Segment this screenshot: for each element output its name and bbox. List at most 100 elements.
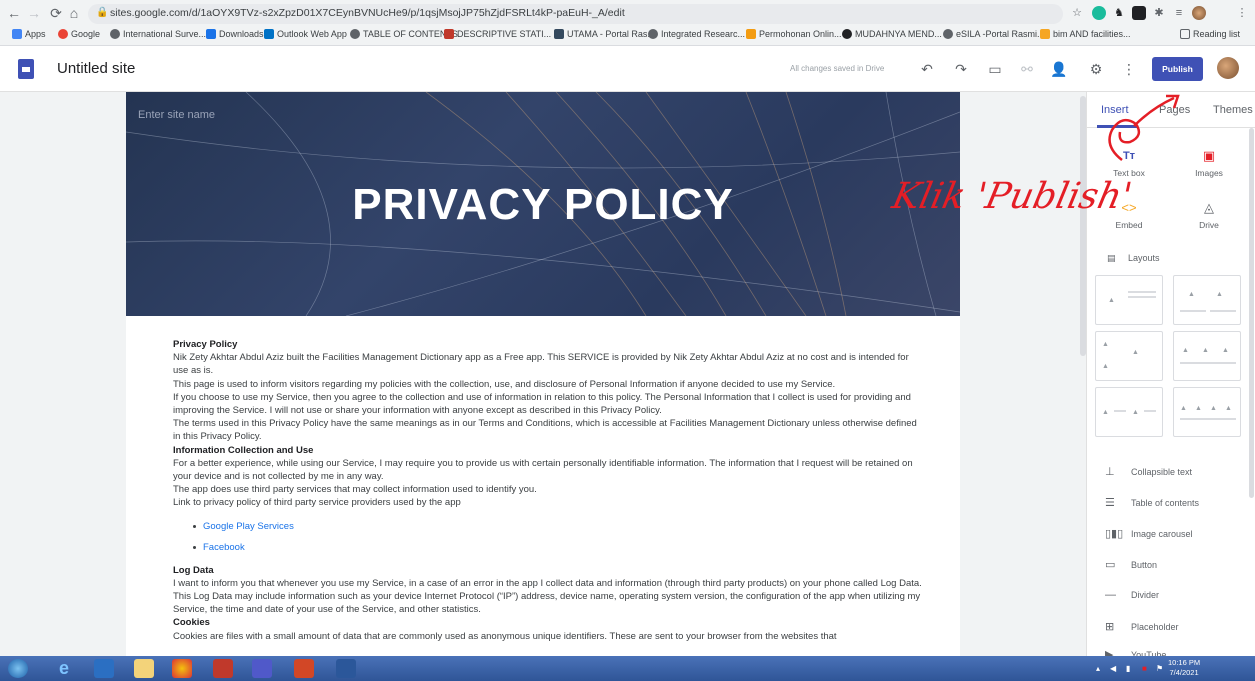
layout-option[interactable]: ▲ ▲ bbox=[1095, 387, 1163, 437]
tray-expand-icon[interactable]: ▴ bbox=[1096, 664, 1100, 673]
extension-green-icon[interactable] bbox=[1092, 6, 1106, 20]
redo-icon[interactable]: ↷ bbox=[952, 60, 970, 78]
preview-icon[interactable]: ▭ bbox=[986, 60, 1004, 78]
browser-menu-icon[interactable]: ⋮ bbox=[1235, 6, 1249, 20]
layout-line bbox=[1144, 410, 1156, 412]
bookmark-item[interactable]: Apps bbox=[12, 29, 46, 39]
forward-arrow-icon[interactable]: → bbox=[26, 5, 42, 21]
chrome-icon[interactable] bbox=[172, 659, 192, 678]
star-icon[interactable]: ☆ bbox=[1070, 6, 1084, 20]
link-google-play-services[interactable]: Google Play Services bbox=[193, 516, 923, 537]
insert-divider[interactable]: — Divider bbox=[1105, 589, 1159, 607]
header-banner[interactable]: Enter site name PRIVACY POLICY bbox=[126, 92, 960, 316]
button-icon: ▭ bbox=[1105, 559, 1116, 571]
bookmark-item[interactable]: bim AND facilities... bbox=[1040, 29, 1131, 39]
permohonan-icon bbox=[746, 29, 756, 39]
flag-icon[interactable]: ⚑ bbox=[1156, 664, 1163, 673]
image-placeholder-icon: ▲ bbox=[1195, 405, 1202, 412]
paragraph: The terms used in this Privacy Policy ha… bbox=[173, 418, 917, 443]
word-icon[interactable] bbox=[336, 659, 356, 678]
circle-icon bbox=[842, 29, 852, 39]
layout-line bbox=[1114, 410, 1126, 412]
insert-image-carousel[interactable]: ▯▮▯ Image carousel bbox=[1105, 527, 1193, 545]
bookmark-item[interactable]: International Surve... bbox=[110, 29, 206, 39]
images-icon: ▣ bbox=[1202, 148, 1216, 163]
bookmark-item[interactable]: Google bbox=[58, 29, 100, 39]
third-party-links: Google Play Services Facebook bbox=[193, 516, 923, 558]
layout-option[interactable]: ▲ ▲ bbox=[1173, 275, 1241, 325]
layouts-section-header[interactable]: ▤ Layouts bbox=[1107, 253, 1160, 264]
bookmark-item[interactable]: Downloads bbox=[206, 29, 264, 39]
layout-option[interactable]: ▲ ▲ ▲ ▲ bbox=[1173, 387, 1241, 437]
home-icon[interactable]: ⌂ bbox=[66, 5, 82, 21]
reading-list[interactable]: Reading list bbox=[1180, 29, 1240, 39]
insert-collapsible-text[interactable]: ⊥ Collapsible text bbox=[1105, 465, 1192, 483]
insert-table-of-contents[interactable]: ☰ Table of contents bbox=[1105, 496, 1199, 514]
collapsible-text-icon: ⊥ bbox=[1105, 466, 1115, 478]
layout-option[interactable]: ▲ ▲ ▲ bbox=[1095, 331, 1163, 381]
layout-option[interactable]: ▲ ▲ ▲ bbox=[1173, 331, 1241, 381]
back-arrow-icon[interactable]: ← bbox=[6, 5, 22, 21]
url-text: sites.google.com/d/1aOYX9TVz-s2xZpzD01X7… bbox=[110, 7, 625, 19]
settings-gear-icon[interactable]: ⚙ bbox=[1087, 60, 1105, 78]
more-options-icon[interactable]: ⋮ bbox=[1120, 60, 1138, 78]
bookmark-item[interactable]: Integrated Researc... bbox=[648, 29, 745, 39]
section-heading: Cookies bbox=[173, 617, 210, 629]
reload-icon[interactable]: ⟳ bbox=[48, 5, 64, 21]
tab-themes[interactable]: Themes bbox=[1213, 104, 1253, 116]
bookmark-item[interactable]: UTAMA - Portal Ras... bbox=[554, 29, 655, 39]
document-icon bbox=[444, 29, 454, 39]
avatar[interactable] bbox=[1217, 57, 1239, 79]
image-placeholder-icon: ▲ bbox=[1102, 409, 1109, 416]
sites-logo-icon[interactable] bbox=[18, 59, 34, 79]
globe-icon bbox=[350, 29, 360, 39]
layout-line bbox=[1210, 310, 1236, 312]
policy-text-block[interactable]: Privacy Policy Nik Zety Akhtar Abdul Azi… bbox=[173, 338, 923, 643]
teams-icon[interactable] bbox=[252, 659, 272, 678]
link-icon[interactable]: ⚯ bbox=[1018, 60, 1036, 78]
bookmark-item[interactable]: eSILA -Portal Rasmi... bbox=[943, 29, 1045, 39]
panel-scrollbar[interactable] bbox=[1249, 128, 1254, 498]
bookmark-item[interactable]: TABLE OF CONTENTS bbox=[350, 29, 458, 39]
address-bar[interactable]: 🔒 sites.google.com/d/1aOYX9TVz-s2xZpzD01… bbox=[88, 4, 1063, 24]
system-clock[interactable]: 10:16 PM 7/4/2021 bbox=[1168, 658, 1200, 678]
start-orb-icon[interactable] bbox=[8, 659, 28, 678]
network-icon[interactable]: ▮ bbox=[1126, 664, 1130, 673]
profile-avatar[interactable] bbox=[1192, 6, 1206, 20]
security-icon[interactable]: ■ bbox=[1142, 664, 1147, 673]
bookmark-item[interactable]: Permohonan Onlin... bbox=[746, 29, 842, 39]
file-explorer-icon[interactable] bbox=[134, 659, 154, 678]
bookmark-item[interactable]: Outlook Web App bbox=[264, 29, 347, 39]
media-player-icon[interactable] bbox=[94, 659, 114, 678]
share-icon[interactable]: 👤 bbox=[1050, 60, 1068, 78]
insert-button[interactable]: ▭ Button bbox=[1105, 558, 1157, 576]
acrobat-icon[interactable] bbox=[213, 659, 233, 678]
puzzle-icon[interactable]: ✱ bbox=[1152, 6, 1166, 20]
publish-button[interactable]: Publish bbox=[1152, 57, 1203, 81]
sites-app-bar: Untitled site All changes saved in Drive… bbox=[0, 46, 1255, 92]
extension-figure-icon[interactable]: ♞ bbox=[1112, 6, 1126, 20]
image-placeholder-icon: ▲ bbox=[1132, 349, 1139, 356]
volume-icon[interactable]: ◀ bbox=[1110, 664, 1116, 673]
paragraph: This page is used to inform visitors reg… bbox=[173, 378, 836, 390]
bookmark-item[interactable]: DESCRIPTIVE STATI... bbox=[444, 29, 551, 39]
layout-option[interactable]: ▲ bbox=[1095, 275, 1163, 325]
extension-dark-icon[interactable] bbox=[1132, 6, 1146, 20]
globe-icon bbox=[943, 29, 953, 39]
image-placeholder-icon: ▲ bbox=[1210, 405, 1217, 412]
image-placeholder-icon: ▲ bbox=[1225, 405, 1232, 412]
powerpoint-icon[interactable] bbox=[294, 659, 314, 678]
save-status: All changes saved in Drive bbox=[790, 64, 885, 73]
image-placeholder-icon: ▲ bbox=[1132, 409, 1139, 416]
link-facebook[interactable]: Facebook bbox=[193, 537, 923, 558]
site-name-input[interactable]: Enter site name bbox=[138, 109, 215, 121]
download-icon bbox=[206, 29, 216, 39]
insert-placeholder[interactable]: ⊞ Placeholder bbox=[1105, 620, 1179, 638]
media-icon[interactable]: ≡ bbox=[1172, 6, 1186, 20]
page-title[interactable]: PRIVACY POLICY bbox=[126, 180, 960, 230]
internet-explorer-icon[interactable]: e bbox=[54, 659, 74, 678]
bookmark-item[interactable]: MUDAHNYA MEND... bbox=[842, 29, 942, 39]
undo-icon[interactable]: ↶ bbox=[918, 60, 936, 78]
site-title[interactable]: Untitled site bbox=[57, 60, 135, 77]
insert-drive[interactable]: ◬ Drive bbox=[1179, 200, 1239, 230]
